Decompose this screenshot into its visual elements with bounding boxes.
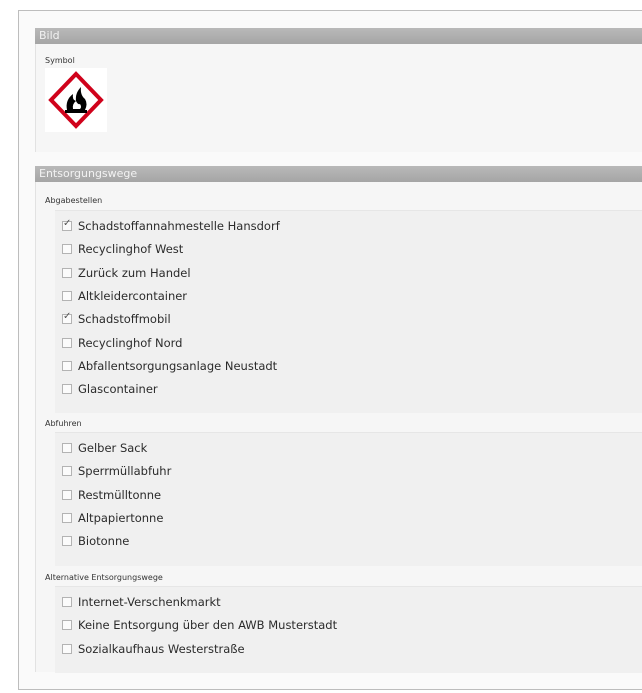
checkbox-label: Zurück zum Handel bbox=[78, 266, 191, 280]
checkbox-label: Internet-Verschenkmarkt bbox=[78, 595, 221, 609]
checkbox-label: Schadstoffannahmestelle Hansdorf bbox=[78, 219, 280, 233]
checkbox[interactable] bbox=[62, 338, 72, 348]
group-label: Abfuhren bbox=[45, 419, 82, 428]
checkbox-label: Recyclinghof West bbox=[78, 242, 184, 256]
checkbox[interactable] bbox=[62, 513, 72, 523]
checkbox[interactable] bbox=[62, 218, 72, 231]
checkbox-option[interactable]: Altpapiertonne bbox=[62, 510, 163, 526]
checkbox[interactable] bbox=[62, 466, 72, 476]
symbol-label: Symbol bbox=[45, 56, 75, 65]
section-header-bild: Bild bbox=[35, 28, 642, 44]
checkbox-option[interactable]: Recyclinghof Nord bbox=[62, 335, 182, 351]
checkbox-option[interactable]: Gelber Sack bbox=[62, 440, 147, 456]
checkbox-label: Recyclinghof Nord bbox=[78, 336, 183, 350]
checkbox-option[interactable]: Internet-Verschenkmarkt bbox=[62, 594, 221, 610]
checkbox-label: Abfallentsorgungsanlage Neustadt bbox=[78, 359, 278, 373]
checkbox[interactable] bbox=[62, 311, 72, 324]
checkbox-option[interactable]: Recyclinghof West bbox=[62, 241, 183, 257]
checkbox-option[interactable]: Keine Entsorgung über den AWB Musterstad… bbox=[62, 617, 337, 633]
checkbox[interactable] bbox=[62, 620, 72, 630]
checkbox-option[interactable]: Sperrmüllabfuhr bbox=[62, 463, 171, 479]
checkbox-option[interactable]: Sozialkaufhaus Westerstraße bbox=[62, 641, 245, 657]
checkbox-label: Altpapiertonne bbox=[78, 511, 164, 525]
group-label: Abgabestellen bbox=[45, 196, 103, 205]
checkbox-label: Biotonne bbox=[78, 534, 130, 548]
checkbox[interactable] bbox=[62, 443, 72, 453]
checkbox-option[interactable]: Zurück zum Handel bbox=[62, 265, 191, 281]
checkbox[interactable] bbox=[62, 644, 72, 654]
checkbox-label: Gelber Sack bbox=[78, 441, 148, 455]
section-title-bild: Bild bbox=[39, 29, 60, 42]
checkbox-option[interactable]: Glascontainer bbox=[62, 381, 158, 397]
checkbox-label: Sperrmüllabfuhr bbox=[78, 464, 172, 478]
checkbox-label: Restmülltonne bbox=[78, 488, 162, 502]
group-label: Alternative Entsorgungswege bbox=[45, 573, 163, 582]
checkbox[interactable] bbox=[62, 291, 72, 301]
checkbox[interactable] bbox=[62, 597, 72, 607]
checkbox[interactable] bbox=[62, 536, 72, 546]
checkbox-option[interactable]: Restmülltonne bbox=[62, 487, 161, 503]
checkbox-label: Schadstoffmobil bbox=[78, 312, 171, 326]
checkbox[interactable] bbox=[62, 361, 72, 371]
checkbox-label: Altkleidercontainer bbox=[78, 289, 188, 303]
checkbox-option[interactable]: Biotonne bbox=[62, 533, 129, 549]
checkbox[interactable] bbox=[62, 490, 72, 500]
checkbox[interactable] bbox=[62, 268, 72, 278]
checkbox-label: Keine Entsorgung über den AWB Musterstad… bbox=[78, 618, 338, 632]
checkbox-label: Sozialkaufhaus Westerstraße bbox=[78, 642, 245, 656]
checkbox-label: Glascontainer bbox=[78, 382, 158, 396]
checkbox-option[interactable]: Schadstoffannahmestelle Hansdorf bbox=[62, 218, 280, 234]
ghs-flammable-icon bbox=[45, 68, 107, 132]
checkbox[interactable] bbox=[62, 384, 72, 394]
checkbox-option[interactable]: Altkleidercontainer bbox=[62, 288, 187, 304]
checkbox[interactable] bbox=[62, 244, 72, 254]
checkbox-option[interactable]: Schadstoffmobil bbox=[62, 311, 171, 327]
section-header-entsorgungswege: Entsorgungswege bbox=[35, 166, 642, 182]
section-title-entsorgungswege: Entsorgungswege bbox=[39, 167, 138, 180]
checkbox-option[interactable]: Abfallentsorgungsanlage Neustadt bbox=[62, 358, 277, 374]
bild-panel bbox=[35, 44, 642, 152]
